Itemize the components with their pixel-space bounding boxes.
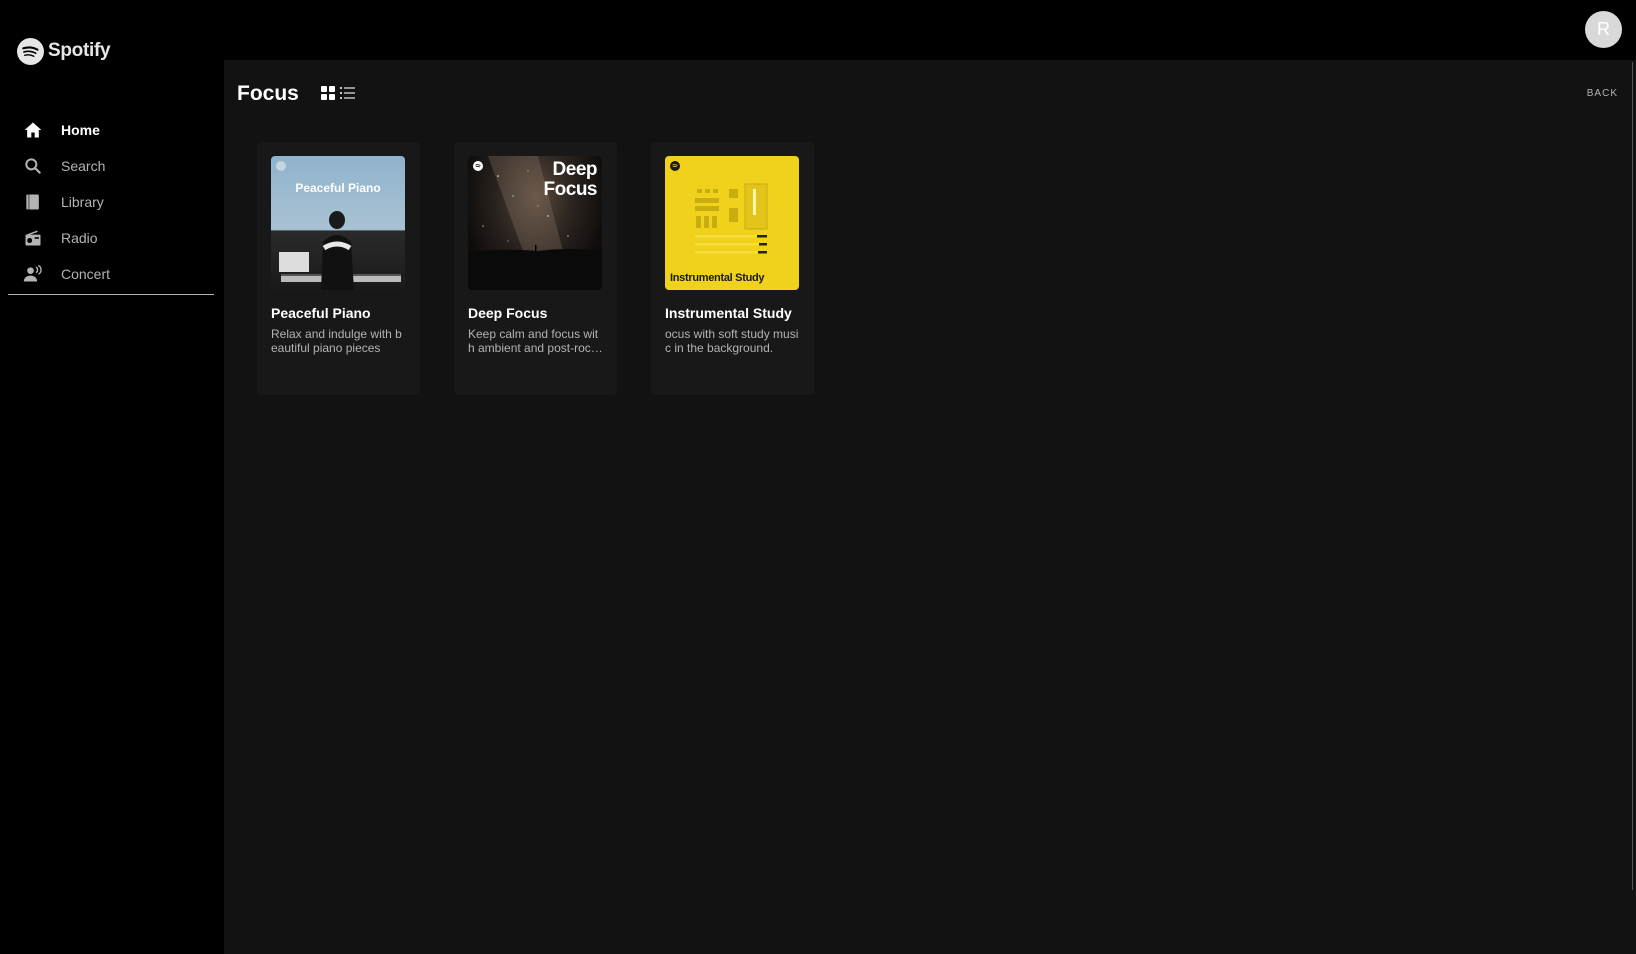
playlist-title: Instrumental Study (665, 305, 792, 321)
spotify-badge-icon (670, 161, 680, 171)
playlist-cover: Instrumental Study (665, 156, 799, 290)
spotify-logo-text: Spotify (48, 40, 111, 61)
sidebar-item-label: Library (61, 194, 104, 210)
list-view-icon[interactable] (339, 85, 355, 101)
cover-title: Deep Focus (543, 159, 598, 200)
cover-title-line: Focus (543, 179, 598, 200)
cover-title: Instrumental Study (670, 272, 765, 284)
pianist-illustration-icon (279, 211, 401, 290)
sidebar-item-radio[interactable]: Radio (8, 220, 214, 256)
user-avatar[interactable]: R (1585, 11, 1622, 48)
sidebar-item-library[interactable]: Library (8, 184, 214, 220)
main-content: Focus BACK Peaceful Piano Peaceful Piano… (224, 60, 1631, 954)
playlist-card-instrumental-study[interactable]: Instrumental Study Instrumental Study oc… (651, 142, 814, 395)
sidebar-item-concert[interactable]: Concert (8, 256, 214, 292)
sidebar-item-label: Concert (61, 266, 111, 282)
playlist-cover: Deep Focus (468, 156, 602, 290)
page-title: Focus (237, 82, 299, 105)
playlist-card-peaceful-piano[interactable]: Peaceful Piano Peaceful Piano Relax and … (257, 142, 420, 395)
spotify-logo-icon (17, 37, 44, 65)
playlist-title: Deep Focus (468, 305, 548, 321)
scrollbar-thumb[interactable] (1632, 62, 1633, 890)
sidebar-item-label: Search (61, 158, 106, 174)
playlist-cover: Peaceful Piano (271, 156, 405, 290)
cover-title-line: Deep (552, 159, 598, 180)
sidebar-item-home[interactable]: Home (8, 112, 214, 148)
concert-icon (22, 263, 44, 285)
playlist-title: Peaceful Piano (271, 305, 371, 321)
library-icon (22, 191, 44, 213)
grid-view-icon[interactable] (320, 85, 336, 101)
playlist-description: ocus with soft study music in the backgr… (665, 327, 799, 355)
sidebar: Spotify Home Search Library Radio Concer… (0, 0, 224, 954)
top-bar: R (224, 0, 1636, 60)
sidebar-item-label: Radio (61, 230, 98, 246)
radio-icon (22, 227, 44, 249)
app-window: Spotify Home Search Library Radio Concer… (0, 0, 1636, 954)
spotify-logo[interactable]: Spotify (17, 37, 111, 65)
playlist-description: Relax and indulge with beautiful piano p… (271, 327, 402, 355)
stationery-illustration-icon (695, 183, 768, 254)
playlist-description: Keep calm and focus with ambient and pos… (468, 327, 599, 355)
back-button[interactable]: BACK (1587, 88, 1618, 99)
view-toggle (320, 85, 355, 101)
playlist-card-deep-focus[interactable]: Deep Focus Deep Focus Keep calm and focu… (454, 142, 617, 395)
sidebar-divider (8, 294, 214, 295)
playlist-grid: Peaceful Piano Peaceful Piano Relax and … (257, 142, 814, 395)
sidebar-item-search[interactable]: Search (8, 148, 214, 184)
spotify-badge-icon (473, 161, 483, 171)
sidebar-nav: Home Search Library Radio Concert (8, 112, 214, 295)
home-icon (22, 119, 44, 141)
sidebar-item-label: Home (61, 122, 100, 138)
search-icon (22, 155, 44, 177)
